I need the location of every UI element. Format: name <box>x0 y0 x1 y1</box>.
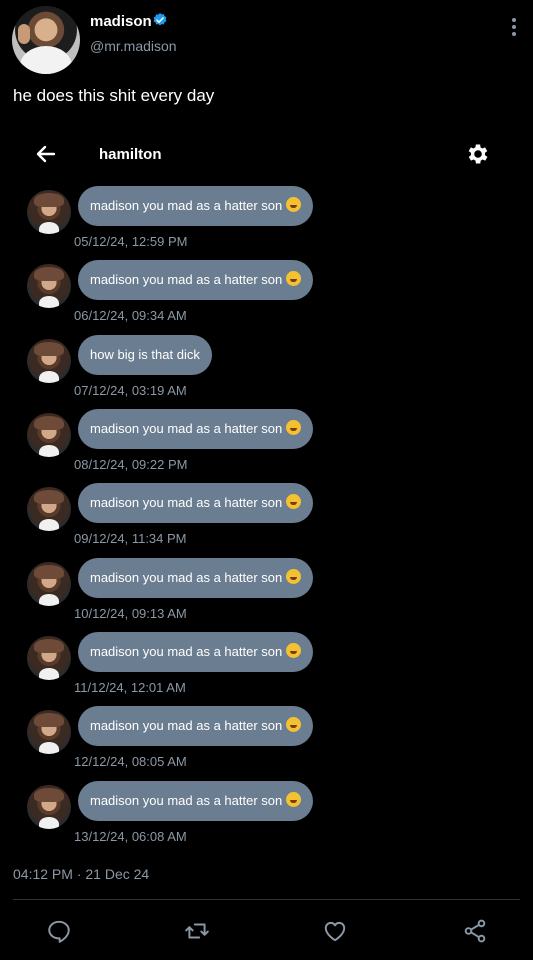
hamilton-avatar <box>27 487 71 531</box>
message-text: madison you mad as a hatter son <box>90 495 283 510</box>
message-timestamp: 09/12/24, 11:34 PM <box>74 531 187 546</box>
message-text: madison you mad as a hatter son <box>90 421 283 436</box>
dm-screenshot-image[interactable]: hamilton madison you mad as a hatter son… <box>10 126 522 856</box>
grinning-sweat-emoji-icon <box>286 569 302 584</box>
message-timestamp: 06/12/24, 09:34 AM <box>74 308 187 323</box>
hamilton-avatar <box>27 339 71 383</box>
divider <box>13 899 520 900</box>
share-icon[interactable] <box>462 918 488 944</box>
message-row: madison you mad as a hatter son 10/12/24… <box>27 558 507 630</box>
message-timestamp: 11/12/24, 12:01 AM <box>74 680 186 695</box>
message-timestamp: 10/12/24, 09:13 AM <box>74 606 187 621</box>
tweet-timestamp[interactable]: 04:12 PM · 21 Dec 24 <box>13 866 149 882</box>
retweet-icon[interactable] <box>184 918 210 944</box>
message-text: madison you mad as a hatter son <box>90 198 283 213</box>
hamilton-avatar <box>27 190 71 234</box>
grinning-sweat-emoji-icon <box>286 271 302 286</box>
arrow-left-icon <box>36 145 56 163</box>
gear-icon <box>468 144 488 164</box>
grinning-sweat-emoji-icon <box>286 643 302 658</box>
message-timestamp: 07/12/24, 03:19 AM <box>74 383 187 398</box>
grinning-sweat-emoji-icon <box>286 197 302 212</box>
message-text: how big is that dick <box>90 347 200 362</box>
message-bubble: madison you mad as a hatter son <box>78 706 314 746</box>
grinning-sweat-emoji-icon <box>286 792 302 807</box>
reply-icon[interactable] <box>46 918 72 944</box>
author-avatar[interactable] <box>12 6 80 74</box>
dm-title: hamilton <box>99 146 162 163</box>
message-bubble: madison you mad as a hatter son <box>78 781 314 821</box>
message-bubble: madison you mad as a hatter son <box>78 558 314 598</box>
dm-header: hamilton <box>10 126 522 182</box>
message-row: madison you mad as a hatter son 05/12/24… <box>27 186 507 258</box>
message-row: madison you mad as a hatter son 06/12/24… <box>27 260 507 332</box>
message-text: madison you mad as a hatter son <box>90 793 283 808</box>
message-row: madison you mad as a hatter son 12/12/24… <box>27 706 507 778</box>
hamilton-avatar <box>27 264 71 308</box>
message-timestamp: 08/12/24, 09:22 PM <box>74 457 188 472</box>
author-name[interactable]: madison <box>90 13 152 30</box>
message-row: madison you mad as a hatter son 08/12/24… <box>27 409 507 481</box>
message-bubble: madison you mad as a hatter son <box>78 483 314 523</box>
author-handle: @mr.madison <box>90 38 177 54</box>
message-row: madison you mad as a hatter son 09/12/24… <box>27 483 507 555</box>
grinning-sweat-emoji-icon <box>286 420 302 435</box>
message-text: madison you mad as a hatter son <box>90 570 283 585</box>
message-timestamp: 13/12/24, 06:08 AM <box>74 829 187 844</box>
message-text: madison you mad as a hatter son <box>90 272 283 287</box>
hamilton-avatar <box>27 636 71 680</box>
hamilton-avatar <box>27 710 71 754</box>
message-row: madison you mad as a hatter son 11/12/24… <box>27 632 507 704</box>
message-bubble: madison you mad as a hatter son <box>78 186 314 226</box>
message-bubble: madison you mad as a hatter son <box>78 409 314 449</box>
message-timestamp: 12/12/24, 08:05 AM <box>74 754 187 769</box>
message-text: madison you mad as a hatter son <box>90 644 283 659</box>
message-bubble: how big is that dick <box>78 335 212 375</box>
hamilton-avatar <box>27 413 71 457</box>
hamilton-avatar <box>27 785 71 829</box>
heart-icon[interactable] <box>322 918 348 944</box>
grinning-sweat-emoji-icon <box>286 717 302 732</box>
message-bubble: madison you mad as a hatter son <box>78 632 314 672</box>
grinning-sweat-emoji-icon <box>286 494 302 509</box>
verified-badge-icon <box>153 13 167 26</box>
more-vertical-icon[interactable] <box>507 18 521 38</box>
action-bar <box>0 908 533 954</box>
message-row: how big is that dick 07/12/24, 03:19 AM <box>27 335 507 407</box>
tweet-text: he does this shit every day <box>13 86 215 105</box>
message-timestamp: 05/12/24, 12:59 PM <box>74 234 188 249</box>
message-bubble: madison you mad as a hatter son <box>78 260 314 300</box>
message-text: madison you mad as a hatter son <box>90 718 283 733</box>
hamilton-avatar <box>27 562 71 606</box>
message-row: madison you mad as a hatter son 13/12/24… <box>27 781 507 853</box>
tweet-header: madison @mr.madison <box>12 6 521 76</box>
